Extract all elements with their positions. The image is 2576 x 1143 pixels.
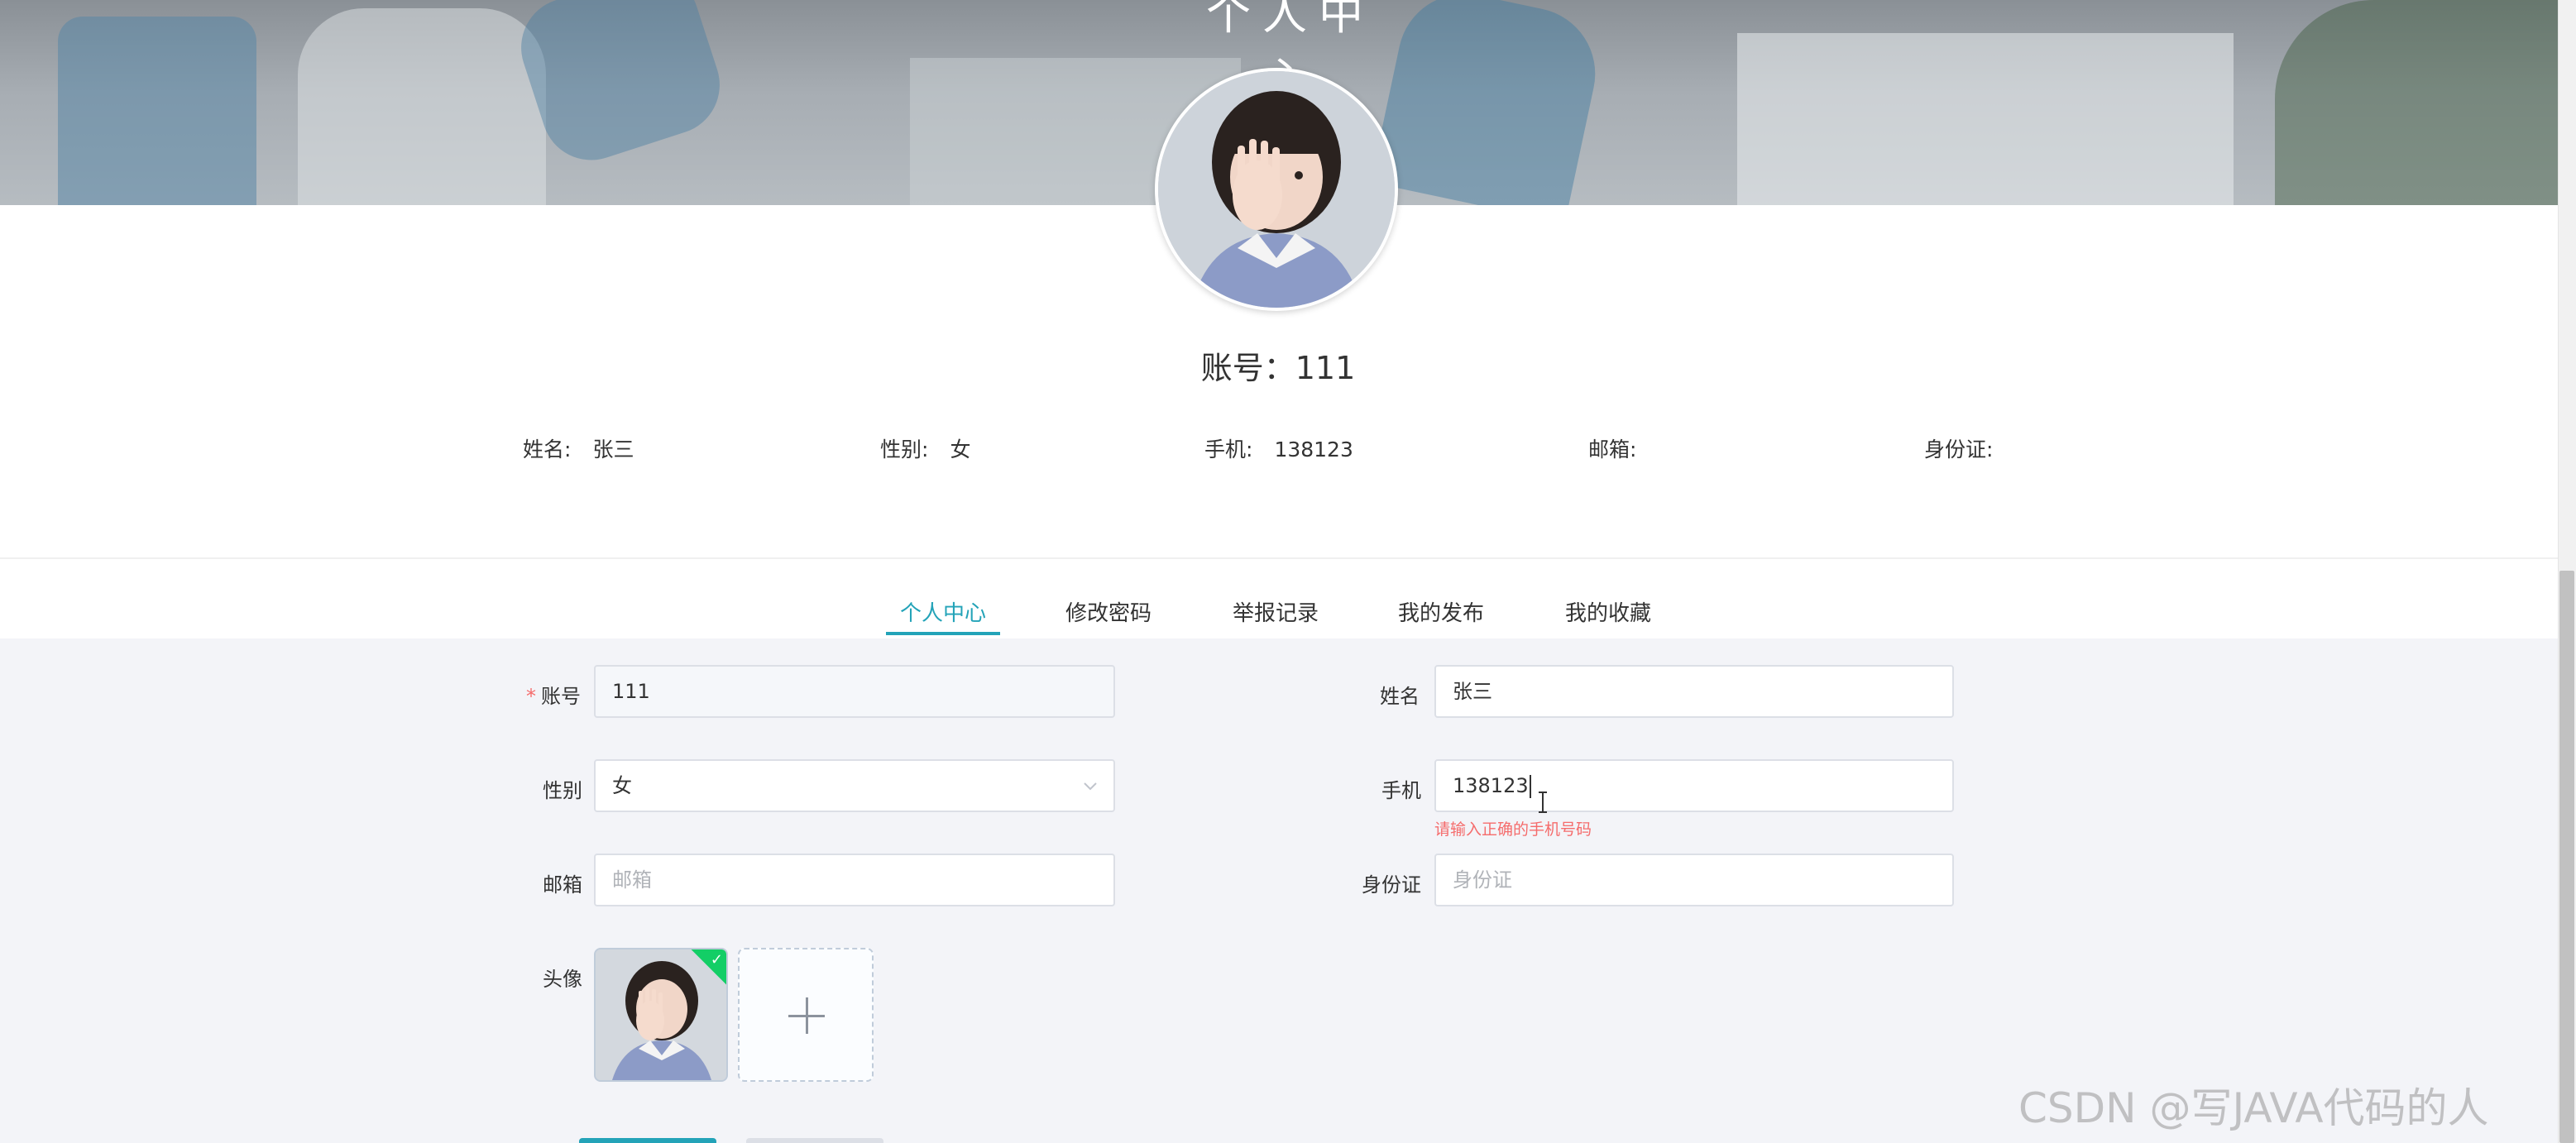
name-input[interactable]: 张三	[1434, 665, 1954, 718]
profile-avatar	[1155, 68, 1398, 311]
account-label: * 账号	[526, 680, 581, 709]
info-idcard: 身份证:	[1924, 433, 2014, 463]
idcard-label: 身份证	[1362, 873, 1421, 897]
tab-change-password[interactable]: 修改密码	[1065, 596, 1152, 627]
gender-label: 性别	[543, 779, 582, 802]
tab-report-records[interactable]: 举报记录	[1233, 596, 1319, 627]
avatar-thumbnail[interactable]: ✓	[594, 948, 728, 1082]
info-phone-label: 手机:	[1204, 438, 1253, 462]
name-input-value: 张三	[1453, 680, 1492, 703]
text-cursor-icon	[1539, 791, 1547, 813]
watermark: CSDN @写JAVA代码的人	[2018, 1084, 2489, 1132]
page-scrollbar[interactable]	[2558, 0, 2576, 1143]
info-name-value: 张三	[592, 438, 634, 462]
text-caret	[1529, 775, 1531, 798]
submit-button[interactable]	[579, 1138, 716, 1143]
tab-my-posts[interactable]: 我的发布	[1398, 596, 1484, 627]
profile-form	[0, 638, 2558, 1143]
active-tab-indicator	[886, 632, 1000, 635]
account-input-value: 111	[612, 680, 650, 703]
email-label: 邮箱	[543, 873, 582, 897]
required-mark: *	[526, 685, 536, 708]
info-phone: 手机: 138123	[1204, 433, 1353, 463]
email-placeholder: 邮箱	[612, 868, 652, 892]
info-email-label: 邮箱:	[1588, 438, 1637, 462]
name-label: 姓名	[1380, 685, 1420, 708]
tabs-bar: 个人中心 修改密码 举报记录 我的发布 我的收藏	[0, 559, 2558, 638]
account-heading-value: 111	[1295, 350, 1356, 386]
check-icon: ✓	[710, 951, 723, 968]
chevron-down-icon	[1084, 782, 1097, 791]
page: 个人中心 账号：111 姓名:张三 性别:女 手机:138123	[0, 0, 2576, 1143]
info-gender-label: 性别:	[880, 438, 929, 462]
idcard-placeholder: 身份证	[1453, 868, 1512, 892]
info-gender: 性别: 女	[880, 433, 970, 463]
avatar-upload-button[interactable]	[738, 948, 874, 1082]
avatar-label: 头像	[543, 968, 582, 991]
gender-select-value: 女	[612, 774, 632, 797]
tab-personal-center[interactable]: 个人中心	[900, 596, 986, 627]
phone-input[interactable]: 138123	[1434, 759, 1954, 812]
phone-label: 手机	[1381, 779, 1421, 802]
email-input[interactable]: 邮箱	[594, 854, 1115, 906]
account-heading-label: 账号：	[1200, 350, 1295, 386]
info-name: 姓名: 张三	[523, 433, 634, 463]
info-name-label: 姓名:	[523, 438, 572, 462]
info-phone-value: 138123	[1274, 438, 1353, 462]
phone-error-message: 请输入正确的手机号码	[1434, 820, 1592, 839]
reset-button[interactable]	[746, 1138, 883, 1143]
account-label-text: 账号	[541, 685, 581, 708]
info-email: 邮箱:	[1588, 433, 1658, 463]
account-input[interactable]: 111	[594, 665, 1115, 718]
tab-my-favorites[interactable]: 我的收藏	[1565, 596, 1651, 627]
phone-input-value: 138123	[1453, 774, 1529, 797]
info-idcard-label: 身份证:	[1924, 438, 1994, 462]
info-gender-value: 女	[950, 438, 971, 462]
scrollbar-thumb[interactable]	[2559, 571, 2574, 1143]
idcard-input[interactable]: 身份证	[1434, 854, 1954, 906]
account-heading: 账号：111	[1117, 342, 1439, 388]
gender-select[interactable]: 女	[594, 759, 1115, 812]
